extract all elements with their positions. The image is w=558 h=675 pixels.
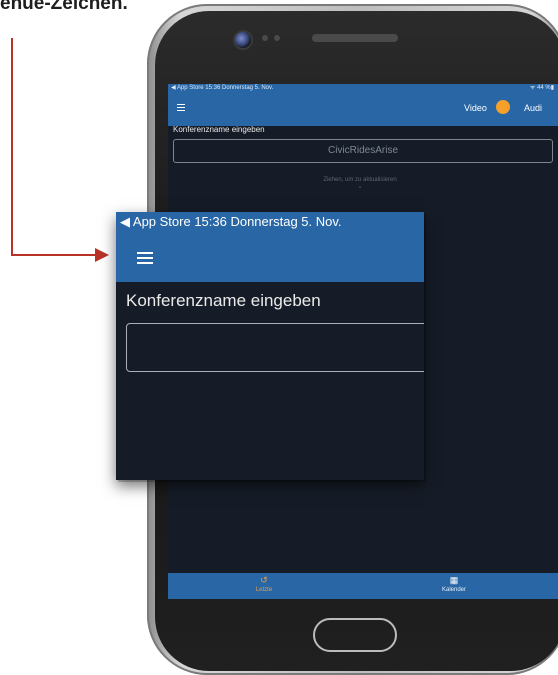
tab-recent-label: Letzte xyxy=(255,587,273,593)
hamburger-menu-icon[interactable] xyxy=(177,104,185,113)
caption-text: enue-Zeichen. xyxy=(0,0,128,14)
status-bar-left: ◀ App Store 15:36 Donnerstag 5. Nov. xyxy=(171,85,274,91)
earpiece-speaker xyxy=(312,34,398,42)
hamburger-menu-icon[interactable] xyxy=(137,252,153,267)
nav-bar: Video Audi xyxy=(168,93,558,126)
tab-recent[interactable]: ↺ Letzte xyxy=(234,575,294,594)
callout-arrow-head-icon xyxy=(95,248,109,262)
recent-clock-icon: ↺ xyxy=(260,575,268,585)
conference-name-input[interactable]: CivicRidesArise xyxy=(173,139,553,163)
zoom-status-text: ◀ App Store 15:36 Donnerstag 5. Nov. xyxy=(120,214,342,229)
zoom-conference-name-label: Konferenzname eingeben xyxy=(126,291,321,310)
callout-arrow-line-horizontal xyxy=(11,254,97,256)
tab-calendar[interactable]: ▦ Kalender xyxy=(424,575,484,594)
conference-name-label: Konferenzname eingeben xyxy=(173,125,265,134)
video-toggle-switch[interactable] xyxy=(496,100,510,114)
sensor-dot-icon xyxy=(262,35,268,41)
zoom-conference-name-input[interactable] xyxy=(126,323,424,372)
status-bar: ◀ App Store 15:36 Donnerstag 5. Nov. ᯤ 4… xyxy=(168,84,558,93)
zoom-status-bar: ◀ App Store 15:36 Donnerstag 5. Nov. xyxy=(116,212,424,234)
video-toggle-label: Video xyxy=(464,103,487,113)
tab-bar: ↺ Letzte ▦ Kalender xyxy=(168,573,558,599)
zoom-inset-panel: ◀ App Store 15:36 Donnerstag 5. Nov. Kon… xyxy=(116,212,424,480)
front-camera-icon xyxy=(233,30,253,50)
sensor-dot-icon xyxy=(274,35,280,41)
zoom-nav-bar xyxy=(116,234,424,282)
status-bar-battery: ᯤ 44 %▮ xyxy=(529,85,554,91)
audio-toggle-label: Audi xyxy=(524,103,543,113)
tab-calendar-label: Kalender xyxy=(441,587,467,593)
callout-arrow-line xyxy=(11,38,13,255)
home-button[interactable] xyxy=(313,618,397,652)
calendar-icon: ▦ xyxy=(449,575,459,585)
chevron-down-icon: ⌄ xyxy=(357,184,363,190)
